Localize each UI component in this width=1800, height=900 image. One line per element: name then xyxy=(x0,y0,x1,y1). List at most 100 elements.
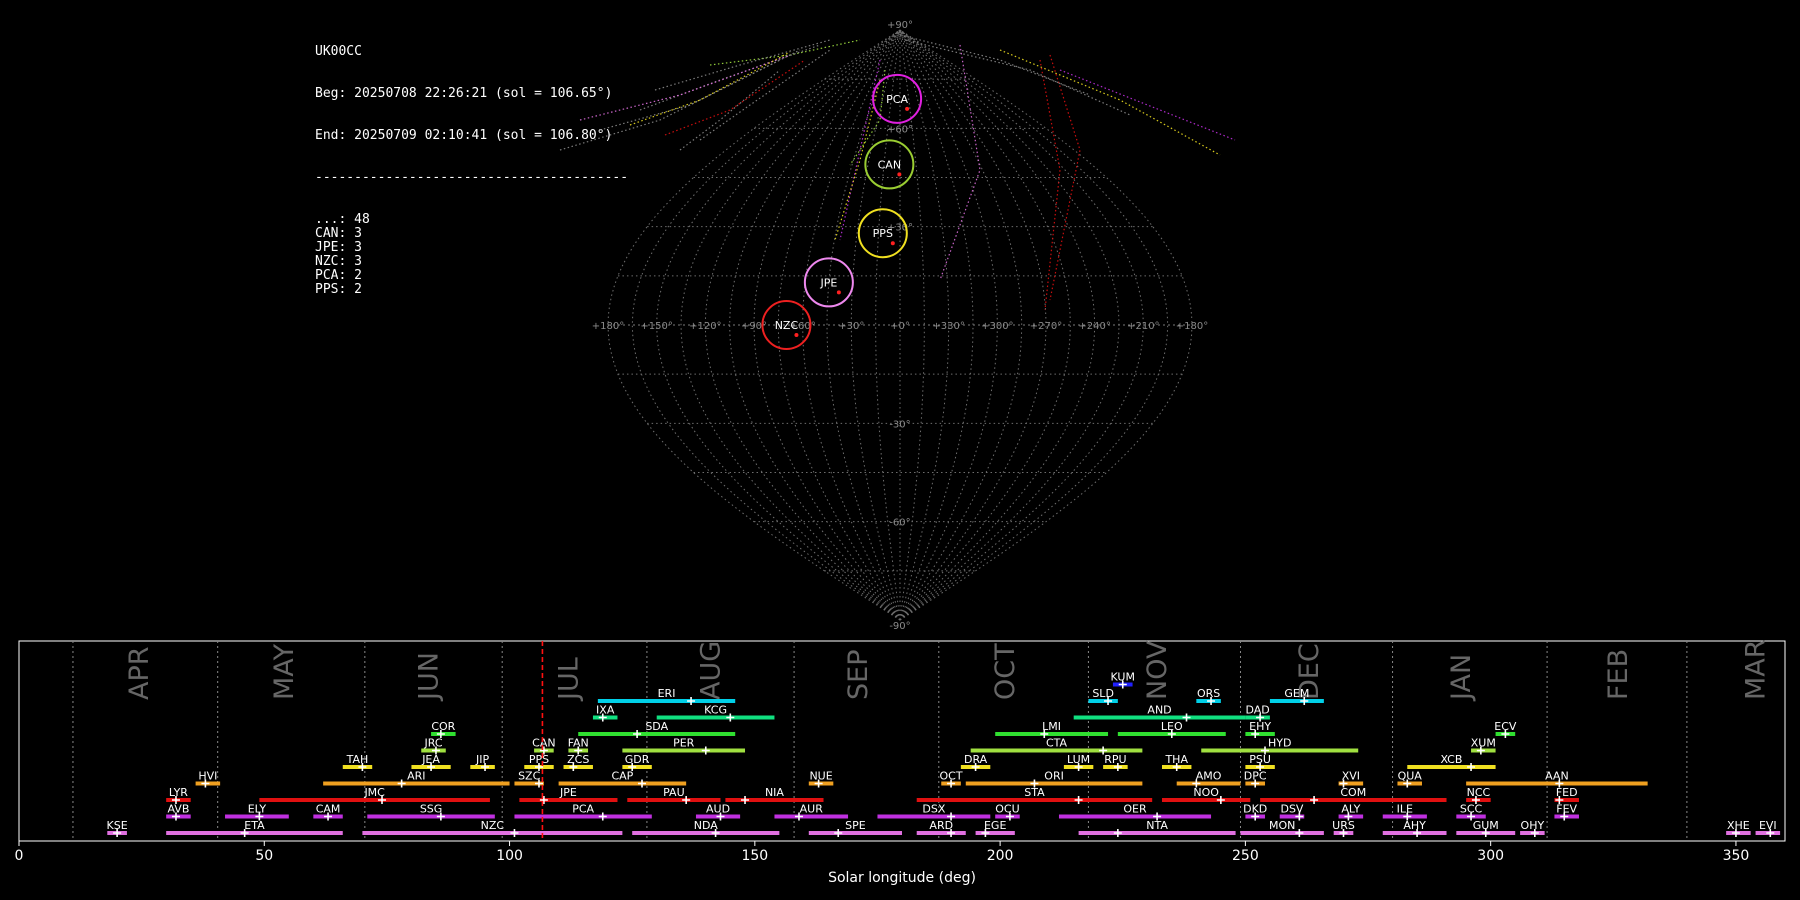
month-label: NOV xyxy=(1142,640,1173,700)
shower-label: SPE xyxy=(845,819,866,832)
meteor-trail xyxy=(899,34,1091,96)
shower-label: EVI xyxy=(1759,819,1777,832)
shower-label: NUE xyxy=(809,770,832,783)
shower-label: KCG xyxy=(704,704,727,717)
shower-label: LUM xyxy=(1067,753,1090,766)
lat-tick-label: +60° xyxy=(887,124,913,135)
shower-label: NTA xyxy=(1146,819,1168,832)
shower-label: NOO xyxy=(1193,786,1219,799)
shower-label: AUR xyxy=(800,803,824,816)
lon-tick-label: +300° xyxy=(981,321,1013,332)
shower-label: AND xyxy=(1147,704,1171,717)
shower-label: OCT xyxy=(940,770,963,783)
shower-label: HVI xyxy=(198,770,217,783)
shower-label: ELY xyxy=(248,803,267,816)
x-tick-label: 350 xyxy=(1723,848,1750,864)
shower-label: AHY xyxy=(1403,819,1426,832)
shower-label: STA xyxy=(1024,786,1045,799)
shower-label: ALY xyxy=(1341,803,1360,816)
month-label: JAN xyxy=(1446,654,1477,702)
shower-label: DPC xyxy=(1244,770,1267,783)
shower-label: OHY xyxy=(1521,819,1545,832)
shower-label: COM xyxy=(1340,786,1366,799)
shower-label: NCC xyxy=(1467,786,1491,799)
shower-label: XHE xyxy=(1727,819,1750,832)
shower-label: ECV xyxy=(1494,720,1517,733)
shower-label: ORS xyxy=(1197,687,1220,700)
meteor-trail xyxy=(639,44,821,111)
lat-tick-label: -30° xyxy=(889,419,910,430)
shower-label: AAN xyxy=(1545,770,1569,783)
shower-label: SZC xyxy=(518,770,541,783)
month-label: APR xyxy=(124,646,155,700)
meteor-trail xyxy=(679,69,781,151)
lon-tick-label: +180° xyxy=(592,321,624,332)
shower-label: ARI xyxy=(407,770,425,783)
radiant-label: PPS xyxy=(873,227,893,240)
shower-label: PCA xyxy=(572,803,594,816)
meteor-trail xyxy=(1059,69,1236,141)
shower-label: FEV xyxy=(1556,803,1577,816)
shower-label: NZC xyxy=(481,819,505,832)
shower-label: CAN xyxy=(532,737,555,750)
lon-tick-label: +240° xyxy=(1078,321,1110,332)
month-label: FEB xyxy=(1603,649,1634,700)
shower-label: HYD xyxy=(1268,737,1291,750)
shower-label: GDR xyxy=(625,753,650,766)
shower-label: LMI xyxy=(1042,720,1061,733)
month-label: MAY xyxy=(269,643,300,700)
shower-label: AUD xyxy=(706,803,730,816)
radiant-label: JPE xyxy=(819,276,837,289)
shower-activity-timeline: APR MAY JUN JUL AUG SEP OCT NOV DEC JAN FEB MARKUME… xyxy=(15,639,1786,886)
shower-label: SCC xyxy=(1460,803,1483,816)
shower-label: DSX xyxy=(922,803,945,816)
x-tick-label: 50 xyxy=(255,848,273,864)
shower-label: ORI xyxy=(1044,770,1064,783)
meteor-trail xyxy=(939,44,981,281)
radiant-sky-map: +180° +150° +120° +90° +60° +30° +0° +330° +300°… xyxy=(559,20,1236,632)
lon-tick-label: +210° xyxy=(1127,321,1159,332)
shower-label: ETA xyxy=(244,819,265,832)
meteor-trail xyxy=(904,39,1131,116)
shower-label: DKD xyxy=(1243,803,1267,816)
shower-label: LEO xyxy=(1161,720,1183,733)
lat-tick-label: -60° xyxy=(889,518,910,529)
shower-label: CTA xyxy=(1046,737,1068,750)
shower-label: KSE xyxy=(107,819,128,832)
shower-label: MON xyxy=(1269,819,1295,832)
shower-label: AVB xyxy=(167,803,189,816)
month-label: MAR xyxy=(1741,639,1772,700)
x-tick-label: 150 xyxy=(741,848,768,864)
shower-label: JMC xyxy=(363,786,385,799)
shower-label: CAM xyxy=(316,803,341,816)
radiant-meteor-dot xyxy=(794,333,799,337)
radiant-meteor-dot xyxy=(836,290,841,295)
meteor-trail xyxy=(654,39,831,91)
shower-label: DAD xyxy=(1246,704,1270,717)
x-tick-label: 100 xyxy=(496,848,523,864)
radiant-label: CAN xyxy=(878,158,901,171)
lon-tick-label: +330° xyxy=(932,321,964,332)
shower-label: OCU xyxy=(995,803,1019,816)
meteor-trail xyxy=(599,49,801,131)
shower-label: XUM xyxy=(1471,737,1496,750)
shower-label: ZCS xyxy=(567,753,589,766)
month-label: JUN xyxy=(414,652,445,702)
x-axis-label: Solar longitude (deg) xyxy=(828,870,976,886)
shower-label: JRC xyxy=(424,737,443,750)
shower-label: THA xyxy=(1164,753,1188,766)
shower-label: JPE xyxy=(559,786,577,799)
lon-tick-label: +120° xyxy=(689,321,721,332)
x-tick-label: 0 xyxy=(15,848,24,864)
shower-label: COR xyxy=(431,720,455,733)
meteor-trail xyxy=(839,59,881,241)
meteor-trail xyxy=(1039,59,1061,311)
radiant-meteor-dot xyxy=(905,106,910,111)
month-label: SEP xyxy=(843,650,874,700)
lon-tick-label: +30° xyxy=(838,321,864,332)
lat-tick-label: -90° xyxy=(889,621,910,632)
shower-label: RPU xyxy=(1104,753,1126,766)
shower-label: GEM xyxy=(1284,687,1309,700)
shower-label: KUM xyxy=(1111,671,1135,684)
meteor-trail xyxy=(629,51,791,126)
